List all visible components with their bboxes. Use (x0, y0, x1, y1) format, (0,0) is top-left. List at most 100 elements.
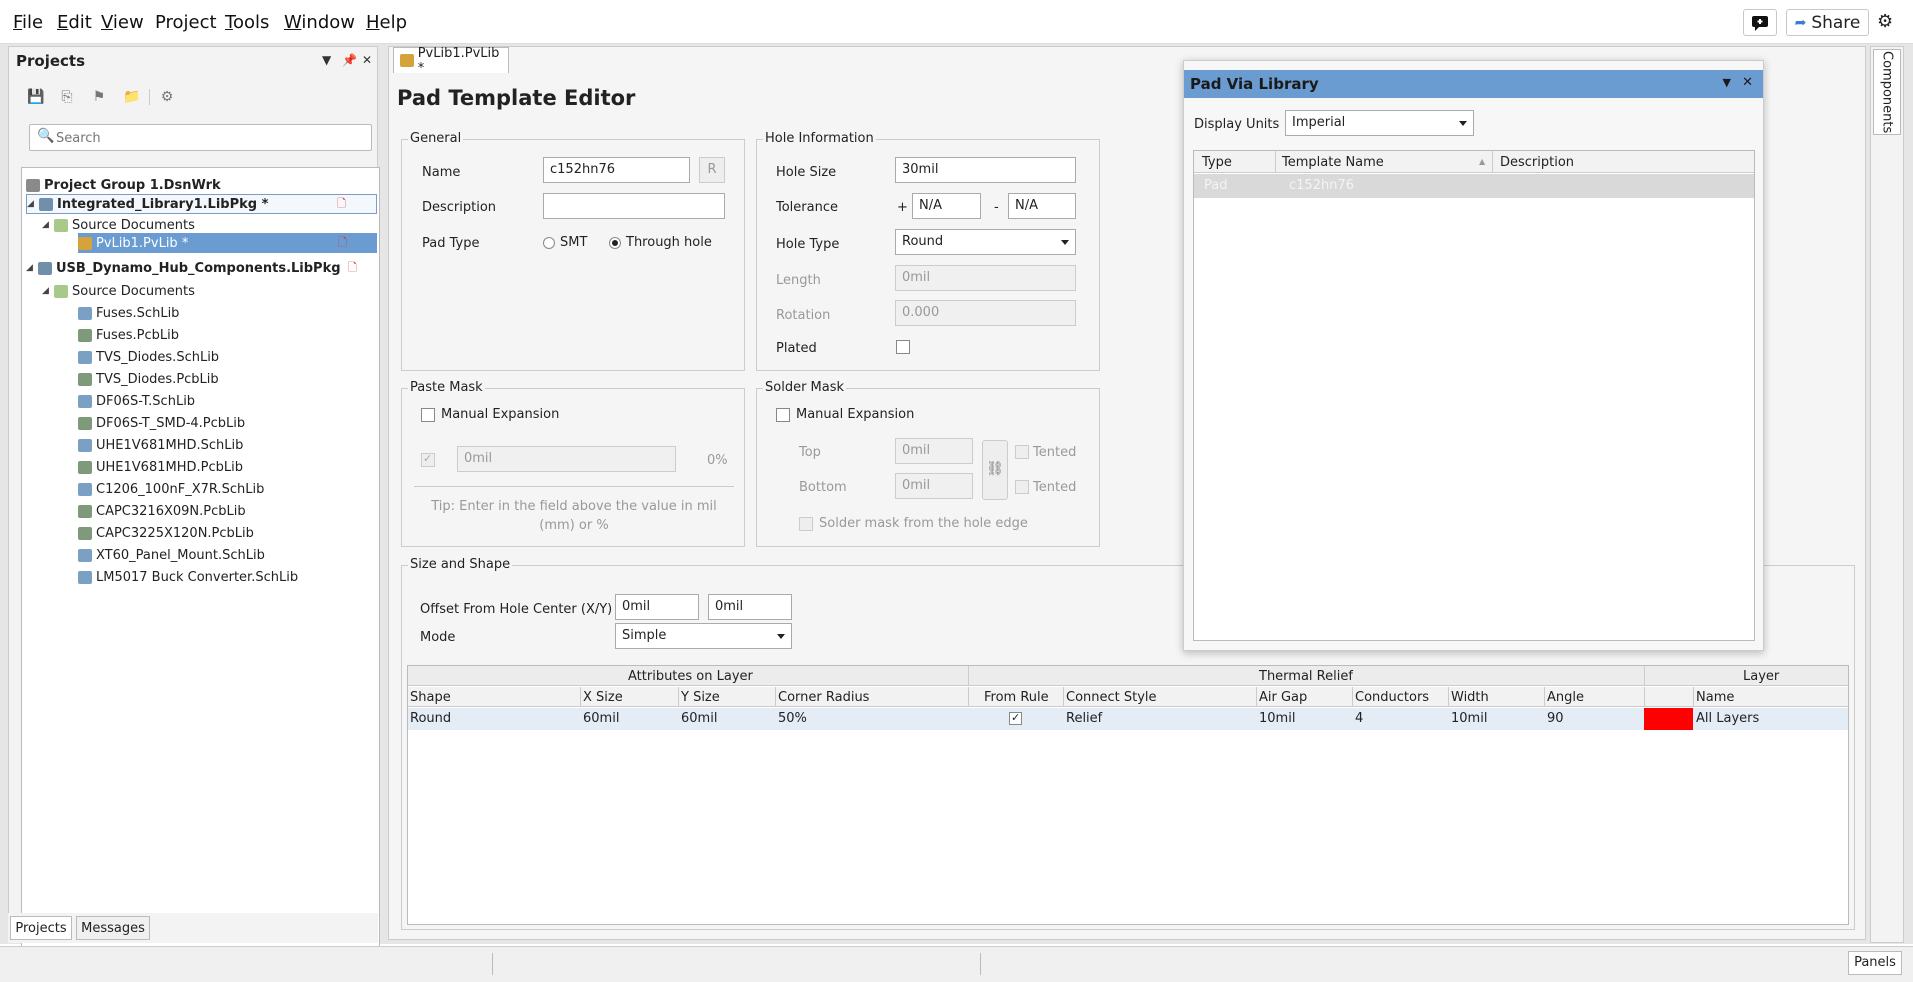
display-units-select[interactable]: Imperial (1285, 110, 1474, 136)
tented-bottom-checkbox[interactable] (1015, 480, 1029, 494)
gear-icon[interactable]: ⚙ (1877, 11, 1893, 32)
dialog-title-bar[interactable]: Pad Via Library ▼ ✕ (1184, 70, 1763, 98)
tree-item-doc[interactable]: DF06S-T.SchLib (78, 391, 195, 411)
cell-x-size[interactable]: 60mil (583, 711, 619, 726)
through-hole-radio[interactable] (609, 237, 621, 249)
tolerance-plus-field[interactable]: N/A (912, 193, 981, 219)
mode-select[interactable]: Simple (615, 623, 792, 649)
doc-tab-pvlib[interactable]: PvLib1.PvLib * (393, 46, 509, 76)
layer-color-swatch[interactable] (1644, 708, 1693, 730)
collapse-icon[interactable]: ◢ (42, 220, 54, 230)
pin-icon[interactable]: 📌 (342, 53, 357, 67)
col-connect-style[interactable]: Connect Style (1066, 690, 1157, 705)
folder-icon[interactable]: 📁 (123, 89, 140, 105)
tree-item-source-documents[interactable]: ◢ Source Documents (42, 281, 195, 301)
tree-item-doc[interactable]: UHE1V681MHD.SchLib (78, 435, 243, 455)
col-corner-radius[interactable]: Corner Radius (778, 690, 869, 705)
hole-type-select[interactable]: Round (895, 229, 1076, 255)
tented-top-checkbox[interactable] (1015, 445, 1029, 459)
collapse-icon[interactable]: ◢ (42, 286, 54, 296)
col-conductors[interactable]: Conductors (1355, 690, 1429, 705)
share-button[interactable]: ➦ Share (1786, 9, 1869, 36)
tree-item-doc[interactable]: Fuses.SchLib (78, 303, 179, 323)
tab-messages[interactable]: Messages (76, 916, 150, 940)
tree-item-doc[interactable]: Fuses.PcbLib (78, 325, 179, 345)
cell-y-size[interactable]: 60mil (681, 711, 717, 726)
tree-item-doc[interactable]: CAPC3225X120N.PcbLib (78, 523, 254, 543)
col-type[interactable]: Type (1202, 155, 1232, 170)
tolerance-minus-field[interactable]: N/A (1008, 193, 1076, 219)
rotation-field[interactable]: 0.000 (895, 300, 1076, 326)
save-icon[interactable]: 💾 (27, 89, 44, 105)
cell-corner-radius[interactable]: 50% (778, 711, 807, 726)
cell-connect-style[interactable]: Relief (1066, 711, 1102, 726)
cell-shape[interactable]: Round (410, 711, 451, 726)
tree-item-usb-dynamo[interactable]: ◢ USB_Dynamo_Hub_Components.LibPkg 🗋 (26, 258, 357, 278)
description-field[interactable] (543, 193, 725, 219)
tree-item-doc[interactable]: C1206_100nF_X7R.SchLib (78, 479, 264, 499)
offset-y-field[interactable]: 0mil (708, 594, 792, 620)
paste-expansion-field[interactable]: 0mil (457, 446, 676, 472)
table-row[interactable]: Round 60mil 60mil 50% ✓ Relief 10mil 4 1… (408, 708, 1848, 730)
col-y-size[interactable]: Y Size (681, 690, 720, 705)
dialog-menu-icon[interactable]: ▼ (1723, 76, 1731, 89)
search-input[interactable] (56, 128, 366, 148)
list-item[interactable]: Pad c152hn76 (1194, 174, 1754, 198)
tab-components[interactable]: Components (1873, 49, 1901, 135)
link-icon[interactable]: ⛓ (982, 440, 1008, 500)
menu-edit[interactable]: Edit (57, 12, 92, 33)
cell-width[interactable]: 10mil (1451, 711, 1487, 726)
search-box[interactable]: 🔍 (29, 124, 372, 151)
tree-item-doc[interactable]: TVS_Diodes.SchLib (78, 347, 219, 367)
solder-bottom-field[interactable]: 0mil (895, 473, 973, 499)
length-field[interactable]: 0mil (895, 265, 1076, 291)
col-description[interactable]: Description (1500, 155, 1574, 170)
solder-top-field[interactable]: 0mil (895, 438, 973, 464)
tab-projects[interactable]: Projects (10, 916, 72, 940)
close-icon[interactable]: ✕ (1742, 75, 1753, 90)
menu-view[interactable]: View (101, 12, 144, 33)
panels-button[interactable]: Panels (1848, 951, 1902, 975)
col-x-size[interactable]: X Size (583, 690, 623, 705)
solder-manual-checkbox[interactable] (776, 408, 790, 422)
col-from-rule[interactable]: From Rule (984, 690, 1049, 705)
col-template-name[interactable]: Template Name (1282, 155, 1384, 170)
menu-window[interactable]: Window (284, 12, 355, 33)
menu-help[interactable]: Help (366, 12, 407, 33)
cell-angle[interactable]: 90 (1547, 711, 1564, 726)
feedback-button[interactable] (1743, 9, 1777, 36)
menu-file[interactable]: File (13, 12, 43, 33)
menu-tools[interactable]: Tools (225, 12, 269, 33)
col-angle[interactable]: Angle (1547, 690, 1584, 705)
tree-item-doc[interactable]: DF06S-T_SMD-4.PcbLib (78, 413, 245, 433)
save-all-icon[interactable]: ⎘ (59, 89, 75, 105)
tree-item-project-group[interactable]: Project Group 1.DsnWrk (26, 175, 221, 195)
col-width[interactable]: Width (1451, 690, 1489, 705)
reset-name-button[interactable]: R (699, 157, 725, 183)
col-air-gap[interactable]: Air Gap (1259, 690, 1307, 705)
col-shape[interactable]: Shape (410, 690, 451, 705)
from-rule-checkbox[interactable]: ✓ (1009, 711, 1022, 725)
hole-size-field[interactable]: 30mil (895, 157, 1076, 183)
settings-icon[interactable]: ⚙ (159, 89, 175, 105)
plated-checkbox[interactable] (896, 340, 910, 354)
tree-item-doc[interactable]: CAPC3216X09N.PcbLib (78, 501, 246, 521)
smt-radio[interactable] (543, 237, 555, 249)
tree-item-doc[interactable]: XT60_Panel_Mount.SchLib (78, 545, 265, 565)
paste-link-checkbox[interactable]: ✓ (421, 452, 435, 467)
tree-item-source-documents[interactable]: ◢ Source Documents (42, 215, 195, 235)
tree-item-pvlib[interactable]: PvLib1.PvLib * 🗋 (78, 233, 377, 253)
tree-item-doc[interactable]: LM5017 Buck Converter.SchLib (78, 567, 298, 587)
panel-menu-icon[interactable]: ▼ (322, 53, 331, 67)
collapse-icon[interactable]: ◢ (26, 263, 38, 273)
menu-project[interactable]: Project (155, 12, 217, 33)
from-hole-edge-checkbox[interactable] (799, 517, 813, 531)
cell-conductors[interactable]: 4 (1355, 711, 1363, 726)
offset-x-field[interactable]: 0mil (615, 594, 699, 620)
project-icon[interactable]: ⚑ (91, 89, 107, 105)
tree-item-integrated-library[interactable]: ◢ Integrated_Library1.LibPkg * 🗋 (26, 194, 377, 214)
col-name[interactable]: Name (1696, 690, 1734, 705)
name-field[interactable]: c152hn76 (543, 157, 690, 183)
collapse-icon[interactable]: ◢ (27, 199, 39, 209)
tree-item-doc[interactable]: TVS_Diodes.PcbLib (78, 369, 219, 389)
